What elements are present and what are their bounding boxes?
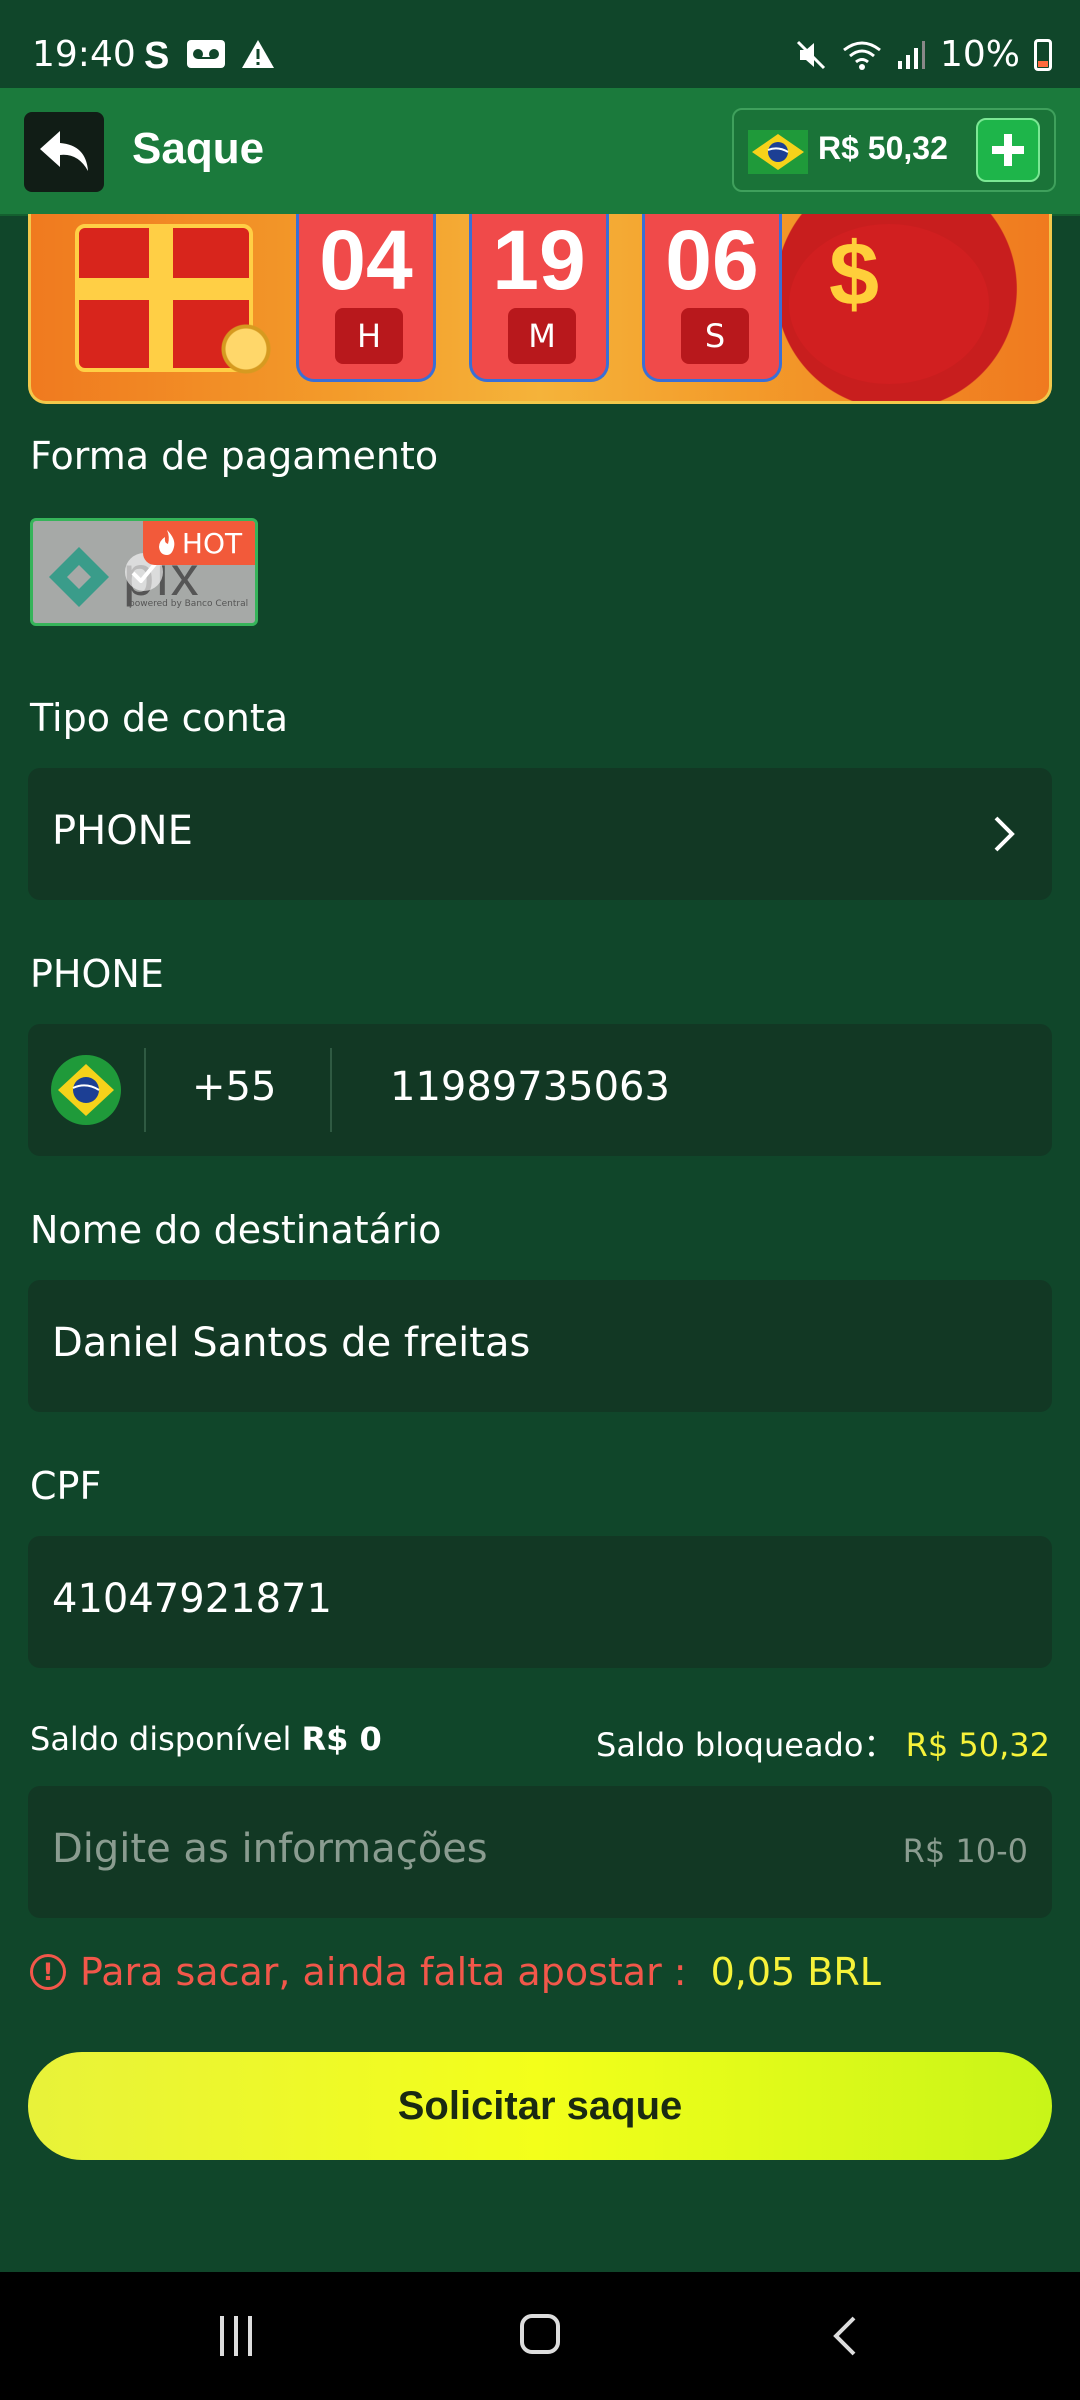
svg-text:S: S xyxy=(144,36,169,72)
back-button[interactable] xyxy=(24,112,104,192)
blocked-balance-value: R$ 50,32 xyxy=(905,1726,1050,1764)
battery-percent: 10% xyxy=(939,34,1020,75)
account-type-label: Tipo de conta xyxy=(30,696,289,740)
amount-placeholder: Digite as informações xyxy=(52,1826,488,1872)
brazil-flag-icon xyxy=(748,130,808,174)
battery-icon xyxy=(1034,38,1052,71)
phone-number-input[interactable]: 11989735063 xyxy=(390,1064,670,1110)
status-time: 19:40 xyxy=(32,34,136,75)
blocked-balance-label: Saldo bloqueado： xyxy=(596,1726,896,1764)
cpf-value: 41047921871 xyxy=(52,1576,332,1622)
mute-icon xyxy=(796,40,826,69)
blocked-balance: Saldo bloqueado： R$ 50,32 xyxy=(596,1720,1050,1766)
add-funds-button[interactable] xyxy=(976,118,1040,182)
money-bag-image xyxy=(789,224,989,384)
phone-label: PHONE xyxy=(30,952,164,996)
request-withdrawal-button[interactable]: Solicitar saque xyxy=(28,2052,1052,2160)
timer-minutes-unit: M xyxy=(508,308,576,364)
warning-amount: 0,05 BRL xyxy=(710,1950,881,1994)
chevron-right-icon xyxy=(994,816,1015,852)
divider xyxy=(330,1048,332,1132)
brazil-flag-icon[interactable] xyxy=(50,1054,122,1126)
timer-hours: 04 H xyxy=(296,214,436,382)
recipient-name-value: Daniel Santos de freitas xyxy=(52,1320,531,1366)
s-app-icon: S xyxy=(144,36,169,72)
divider xyxy=(144,1048,146,1132)
payment-method-label: Forma de pagamento xyxy=(30,434,439,478)
cpf-label: CPF xyxy=(30,1464,102,1508)
alert-circle-icon: ! xyxy=(30,1954,66,1990)
account-type-select[interactable]: PHONE xyxy=(28,768,1052,900)
coins-image xyxy=(201,324,291,374)
plus-icon xyxy=(992,134,1024,166)
available-balance-label: Saldo disponível xyxy=(30,1720,292,1758)
wifi-icon xyxy=(843,41,881,70)
timer-hours-value: 04 xyxy=(319,214,413,307)
signal-icon xyxy=(897,40,925,69)
amount-input[interactable]: Digite as informações R$ 10-0 xyxy=(28,1786,1052,1918)
flame-icon xyxy=(158,530,175,555)
available-balance-value: R$ 0 xyxy=(301,1720,382,1758)
dollar-sign-icon: $ xyxy=(828,225,879,325)
voicemail-icon xyxy=(187,40,225,68)
phone-field: +55 11989735063 xyxy=(28,1024,1052,1156)
timer-seconds-value: 06 xyxy=(665,214,759,307)
hot-badge: HOT xyxy=(143,521,255,565)
cpf-input[interactable]: 41047921871 xyxy=(28,1536,1052,1668)
warning-icon xyxy=(242,40,274,68)
pix-logo-subtitle: powered by Banco Central xyxy=(129,599,249,609)
account-type-value: PHONE xyxy=(52,808,193,854)
timer-hours-unit: H xyxy=(335,308,403,364)
timer-minutes: 19 M xyxy=(469,214,609,382)
country-code[interactable]: +55 xyxy=(192,1064,276,1110)
available-balance: Saldo disponível R$ 0 xyxy=(30,1720,382,1758)
top-header: Saque R$ 50,32 xyxy=(0,88,1080,214)
recipient-name-input[interactable]: Daniel Santos de freitas xyxy=(28,1280,1052,1412)
timer-minutes-value: 19 xyxy=(492,214,586,307)
hot-badge-text: HOT xyxy=(181,526,243,560)
wager-warning: ! Para sacar, ainda falta apostar : 0,05… xyxy=(30,1950,881,1994)
promo-banner[interactable]: $ 04 H 19 M 06 S xyxy=(28,214,1052,404)
balance-pill: R$ 50,32 xyxy=(732,108,1056,192)
home-button[interactable] xyxy=(520,2314,560,2354)
back-nav-icon[interactable] xyxy=(826,2312,866,2360)
pix-logo-icon xyxy=(49,547,109,607)
warning-text: Para sacar, ainda falta apostar : xyxy=(80,1950,687,1994)
header-balance: R$ 50,32 xyxy=(818,130,948,166)
pix-payment-option[interactable]: pix powered by Banco Central HOT xyxy=(30,518,258,626)
amount-range: R$ 10-0 xyxy=(902,1832,1028,1870)
timer-seconds: 06 S xyxy=(642,214,782,382)
back-arrow-icon xyxy=(40,131,88,171)
status-bar: 19:40 S 10% xyxy=(0,0,1080,88)
recents-button[interactable] xyxy=(220,2316,260,2356)
timer-seconds-unit: S xyxy=(681,308,749,364)
system-nav-bar xyxy=(0,2272,1080,2400)
page-title: Saque xyxy=(132,124,265,173)
recipient-label: Nome do destinatário xyxy=(30,1208,442,1252)
